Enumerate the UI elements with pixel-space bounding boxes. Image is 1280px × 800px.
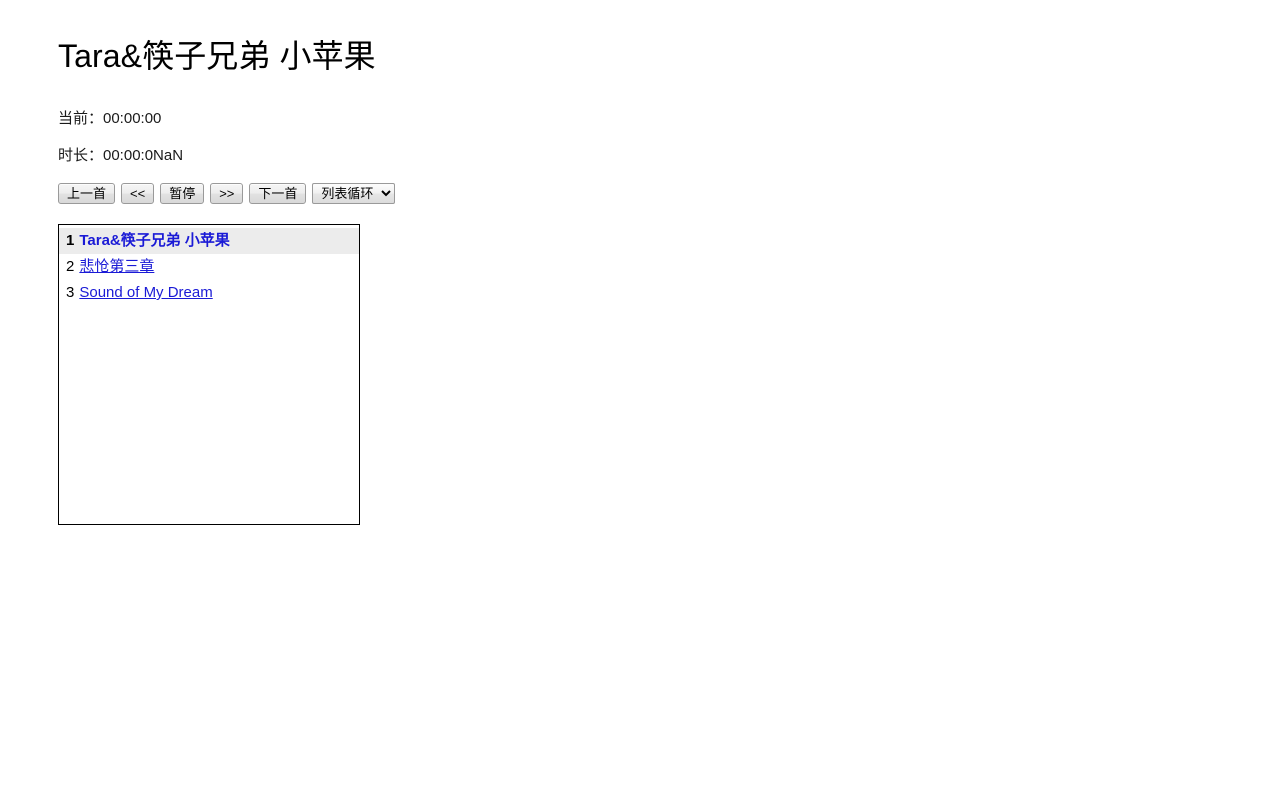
playlist-item-title[interactable]: 悲怆第三章 <box>79 258 154 275</box>
playback-controls: 上一首 << 暂停 >> 下一首 列表循环 <box>58 183 396 204</box>
playlist-item-index: 3 <box>66 284 75 301</box>
playlist-item-title[interactable]: Tara&筷子兄弟 小苹果 <box>79 232 230 249</box>
play-mode-select[interactable]: 列表循环 <box>312 183 396 204</box>
page-title: Tara&筷子兄弟 小苹果 <box>58 38 376 74</box>
pause-button[interactable]: 暂停 <box>160 183 205 204</box>
playlist-item-index: 1 <box>66 232 75 249</box>
playlist-box: 1 Tara&筷子兄弟 小苹果 2 悲怆第三章 3 Sound of My Dream <box>58 224 360 525</box>
playlist-item-index: 2 <box>66 258 75 275</box>
playlist-item[interactable]: 2 悲怆第三章 <box>59 254 359 280</box>
fast-forward-button[interactable]: >> <box>210 183 244 204</box>
playlist-item[interactable]: 3 Sound of My Dream <box>59 280 359 306</box>
player-page: Tara&筷子兄弟 小苹果 当前：00:00:00 时长：00:00:0NaN … <box>0 0 1280 800</box>
current-time-status: 当前：00:00:00 <box>58 110 162 127</box>
duration-status: 时长：00:00:0NaN <box>58 147 184 164</box>
playlist-item-title[interactable]: Sound of My Dream <box>79 284 212 301</box>
playlist-item[interactable]: 1 Tara&筷子兄弟 小苹果 <box>59 228 359 254</box>
playlist: 1 Tara&筷子兄弟 小苹果 2 悲怆第三章 3 Sound of My Dream <box>59 225 359 306</box>
previous-track-button[interactable]: 上一首 <box>58 183 116 204</box>
rewind-button[interactable]: << <box>121 183 155 204</box>
next-track-button[interactable]: 下一首 <box>249 183 307 204</box>
